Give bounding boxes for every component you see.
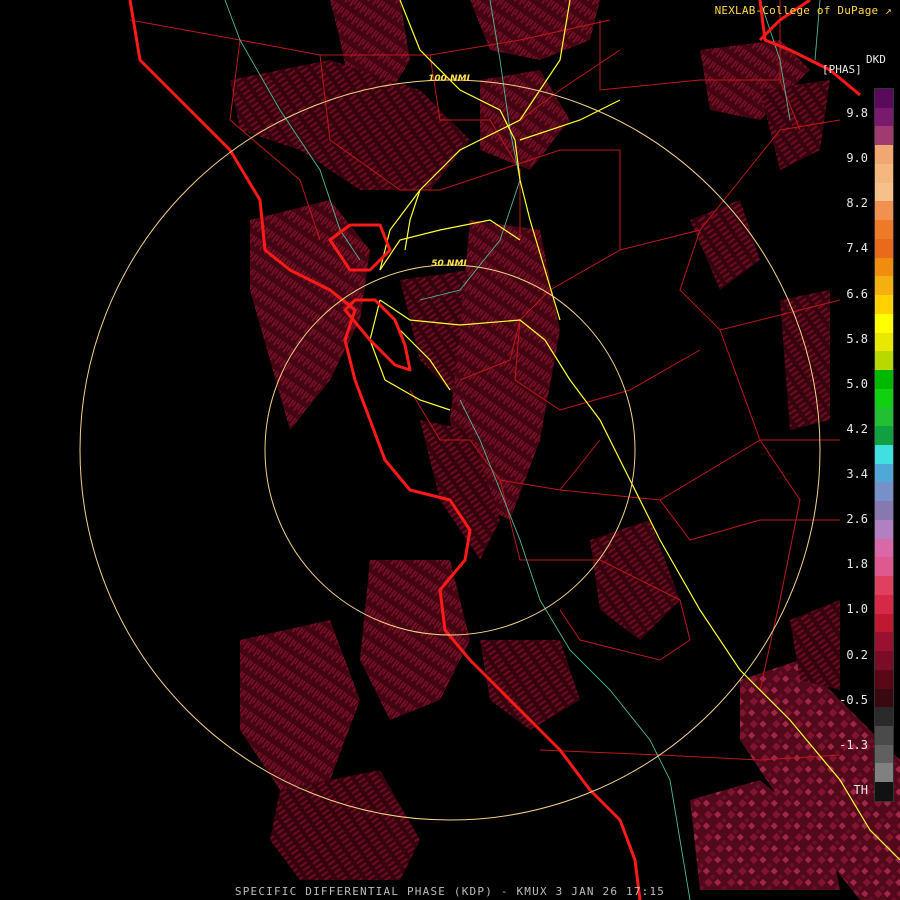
echo-north-2 xyxy=(470,0,600,60)
color-scale-swatch xyxy=(875,407,893,427)
color-scale-bar xyxy=(874,88,894,802)
echo-east-2 xyxy=(780,290,830,430)
color-scale-label: 5.8 xyxy=(846,331,868,346)
color-scale-label: 3.4 xyxy=(846,467,868,482)
color-scale-swatch xyxy=(875,313,893,333)
echo-ne-2 xyxy=(760,80,830,170)
product-code: DKD xyxy=(866,53,886,66)
color-scale-swatch xyxy=(875,782,893,801)
color-scale-swatch xyxy=(875,688,893,708)
color-scale-swatch xyxy=(875,182,893,202)
range-ring-label-50: 50 NMI xyxy=(431,259,467,269)
color-scale-swatch xyxy=(875,613,893,633)
color-scale-swatch xyxy=(875,238,893,258)
color-scale-swatch xyxy=(875,725,893,745)
color-scale-swatch xyxy=(875,519,893,539)
color-scale-swatch xyxy=(875,276,893,296)
color-scale-swatch xyxy=(875,744,893,764)
color-scale-label: 2.6 xyxy=(846,512,868,527)
color-scale-swatch xyxy=(875,332,893,352)
color-scale-swatch xyxy=(875,557,893,577)
color-scale-swatch xyxy=(875,707,893,726)
color-scale-label: TH xyxy=(853,783,868,797)
color-scale-swatch xyxy=(875,538,893,558)
color-scale-swatch xyxy=(875,220,893,239)
radar-map: 50 NMI 100 NMI NEXLAB-College of DuPage … xyxy=(0,0,900,900)
credit-link[interactable]: NEXLAB-College of DuPage ↗ xyxy=(715,4,892,17)
color-scale-label: 5.0 xyxy=(846,376,868,391)
color-scale-swatch xyxy=(875,482,893,502)
color-scale-swatch xyxy=(875,257,893,277)
color-scale-swatch xyxy=(875,426,893,445)
echo-north-4 xyxy=(480,70,570,170)
product-caption: SPECIFIC DIFFERENTIAL PHASE (KDP) - KMUX… xyxy=(234,885,666,898)
echo-east-3 xyxy=(590,520,680,640)
color-scale-swatch xyxy=(875,107,893,127)
units-label: [PHAS] xyxy=(822,63,862,76)
color-scale-swatch xyxy=(875,388,893,408)
color-scale-swatch xyxy=(875,126,893,146)
color-scale-swatch xyxy=(875,463,893,483)
color-scale-label: -1.3 xyxy=(839,737,868,752)
color-scale-swatch xyxy=(875,632,893,652)
credit-text: NEXLAB-College of DuPage xyxy=(714,4,879,17)
color-scale-label: 1.0 xyxy=(846,602,868,617)
color-scale-swatch xyxy=(875,576,893,595)
color-scale-label: 7.4 xyxy=(846,241,868,256)
radar-echo-layer xyxy=(230,0,900,900)
color-scale-swatch xyxy=(875,145,893,164)
color-scale-swatch xyxy=(875,669,893,689)
color-scale-label: 6.6 xyxy=(846,286,868,301)
color-scale-swatch xyxy=(875,163,893,183)
external-link-icon: ↗ xyxy=(885,4,892,17)
color-scale-swatch xyxy=(875,351,893,371)
color-scale-label: -0.5 xyxy=(839,692,868,707)
color-scale-swatch xyxy=(875,763,893,783)
color-scale-label: 0.2 xyxy=(846,647,868,662)
color-scale-label: 8.2 xyxy=(846,196,868,211)
color-scale-swatch xyxy=(875,651,893,670)
color-scale-swatch xyxy=(875,501,893,520)
echo-east-1 xyxy=(690,200,760,290)
radar-map-canvas xyxy=(79,0,900,900)
color-scale-swatch xyxy=(875,594,893,614)
color-scale-swatch xyxy=(875,295,893,314)
color-scale-label: 9.8 xyxy=(846,106,868,120)
color-scale-swatch xyxy=(875,201,893,221)
color-scale-label: 1.8 xyxy=(846,557,868,572)
range-ring-label-100: 100 NMI xyxy=(428,74,470,84)
color-scale-swatch xyxy=(875,89,893,108)
color-scale-swatch xyxy=(875,444,893,464)
color-scale-swatch xyxy=(875,370,893,389)
echo-south-2 xyxy=(240,620,360,790)
color-scale-label: 9.0 xyxy=(846,151,868,166)
color-scale-label: 4.2 xyxy=(846,421,868,436)
color-scale-labels: 9.8 9.0 8.2 7.4 6.6 5.8 5.0 4.2 3.4 2.6 1.8 1.0 0.2 -… xyxy=(836,88,872,800)
